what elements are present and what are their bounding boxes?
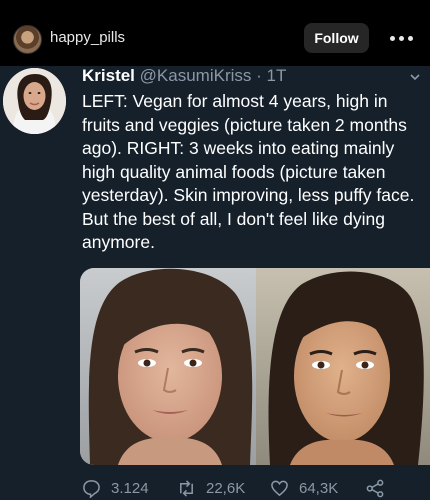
author-name[interactable]: Kristel	[82, 66, 135, 85]
share-button[interactable]	[366, 479, 395, 498]
share-icon	[366, 479, 384, 498]
tweet-photo[interactable]	[80, 268, 430, 465]
chevron-down-icon[interactable]	[409, 70, 421, 82]
tweet-avatar[interactable]	[3, 68, 66, 134]
action-bar: 3.124 22,6K 64,3K	[80, 476, 430, 500]
top-bar: happy_pills Follow	[0, 0, 430, 66]
separator-dot: ·	[256, 66, 262, 85]
reply-count: 3.124	[111, 480, 149, 497]
like-button[interactable]: 64,3K	[270, 479, 338, 498]
tweet-header: Kristel @KasumiKriss · 1T	[82, 66, 286, 86]
reply-icon	[83, 480, 100, 498]
avatar[interactable]	[13, 25, 42, 54]
username[interactable]: happy_pills	[50, 29, 125, 46]
follow-button[interactable]: Follow	[304, 23, 369, 53]
retweet-icon	[180, 480, 193, 497]
author-handle[interactable]: @KasumiKriss	[140, 66, 252, 85]
like-count: 64,3K	[299, 480, 339, 497]
reply-button[interactable]: 3.124	[82, 479, 149, 498]
tweet-text: LEFT: Vegan for almost 4 years, high in …	[82, 91, 415, 252]
like-icon	[271, 480, 288, 497]
retweet-count: 22,6K	[206, 480, 246, 497]
retweet-button[interactable]: 22,6K	[177, 479, 245, 498]
tweet-time[interactable]: 1T	[267, 66, 287, 85]
more-icon[interactable]	[390, 36, 414, 42]
